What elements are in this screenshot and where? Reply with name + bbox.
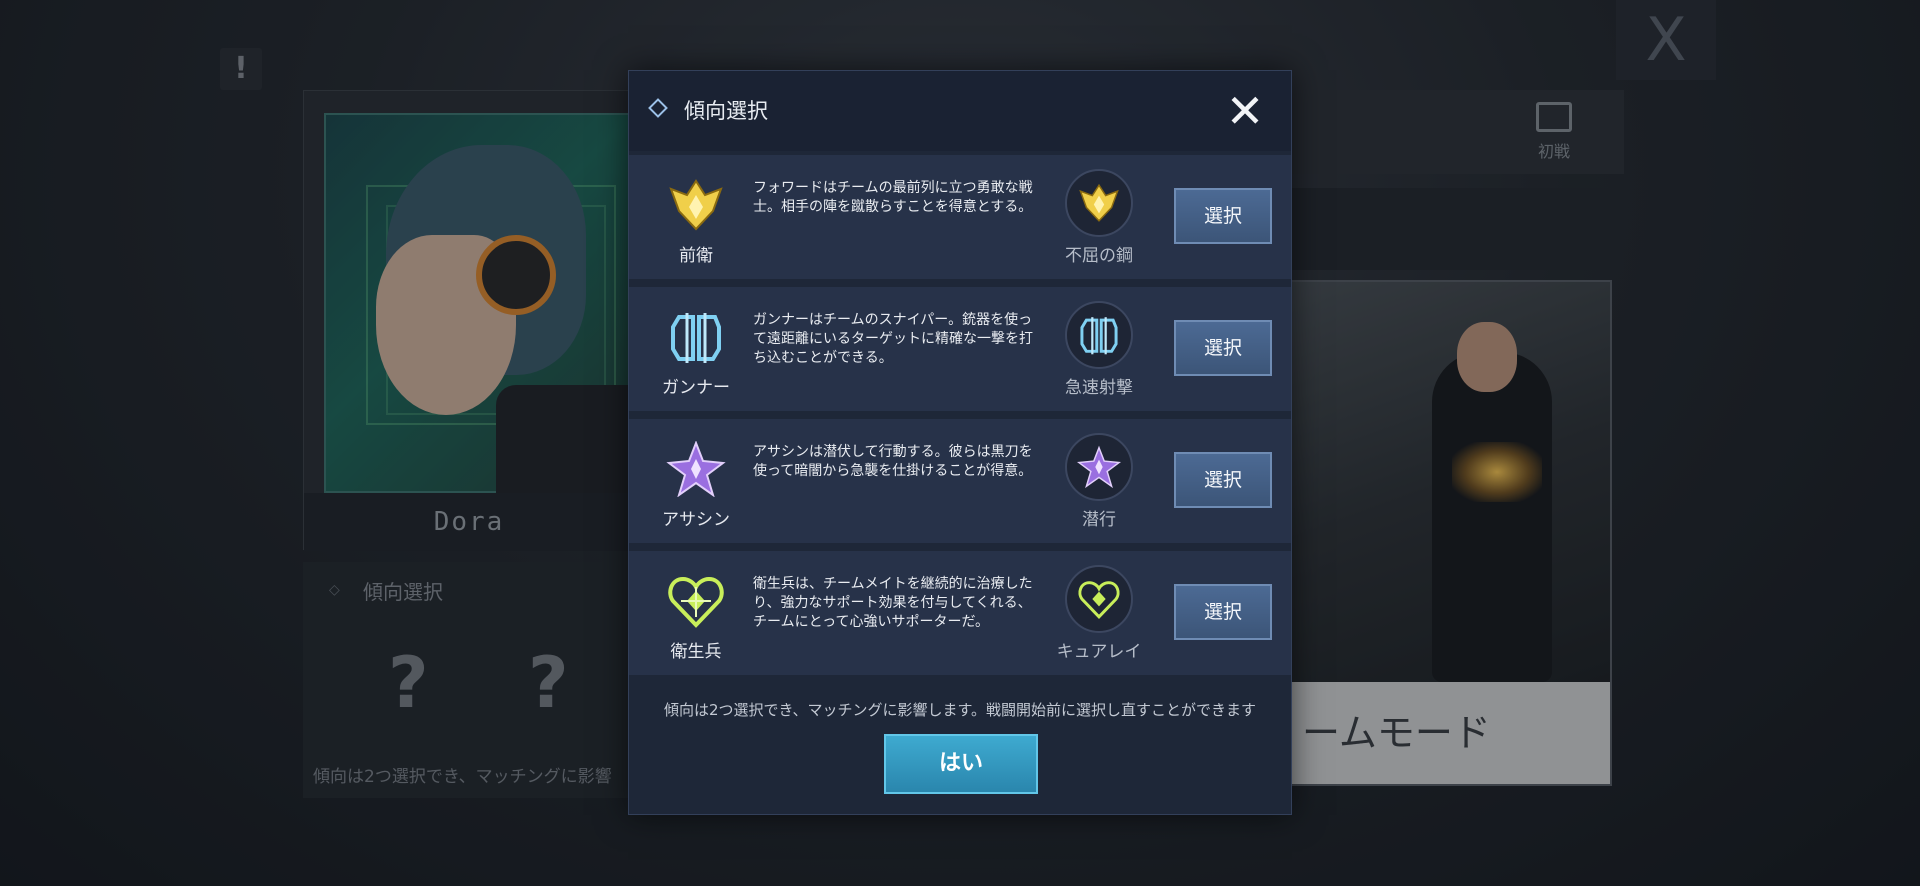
dialog-header: 傾向選択 ✕ [629,71,1291,151]
skill-icon [1065,565,1133,633]
class-description: 衛生兵は、チームメイトを継続的に治療したり、強力なサポート効果を付与してくれる、… [753,576,1033,630]
class-description: アサシンは潜伏して行動する。彼らは黒刀を使って暗闇から急襲を仕掛けることが得意。 [753,444,1033,479]
select-button-forward[interactable]: 選択 [1174,188,1272,244]
class-name: ガンナー [662,378,730,398]
gunner-emblem-icon [671,313,721,363]
crown-shield-icon [669,179,723,231]
dialog-title: 傾向選択 [684,99,768,123]
skill-icon [1065,301,1133,369]
class-name: 前衛 [679,246,713,266]
class-row-gunner: ガンナー ガンナーはチームのスナイパー。銃器を使って遠距離にいるターゲットに精確… [629,287,1291,411]
class-description: ガンナーはチームのスナイパー。銃器を使って遠距離にいるターゲットに精確な一撃を打… [753,312,1033,366]
class-description: フォワードはチームの最前列に立つ勇敢な戦士。相手の陣を蹴散らすことを得意とする。 [753,180,1033,215]
skill-icon [1065,433,1133,501]
tendency-select-dialog: 傾向選択 ✕ 前衛 フォワードはチームの最前列に立つ勇敢な戦士。相手の陣を蹴散ら… [628,70,1292,815]
class-name: 衛生兵 [670,642,722,662]
skill-name: 潜行 [1082,510,1116,530]
diamond-icon [648,98,668,118]
select-button-assassin[interactable]: 選択 [1174,452,1272,508]
class-row-assassin: アサシン アサシンは潜伏して行動する。彼らは黒刀を使って暗闇から急襲を仕掛けるこ… [629,419,1291,543]
skill-name: 不屈の鋼 [1065,246,1133,266]
class-row-medic: 衛生兵 衛生兵は、チームメイトを継続的に治療したり、強力なサポート効果を付与して… [629,551,1291,675]
medic-heart-icon [668,576,724,628]
confirm-button[interactable]: はい [884,734,1038,794]
assassin-star-icon [666,441,726,497]
select-button-gunner[interactable]: 選択 [1174,320,1272,376]
close-button[interactable]: ✕ [1221,87,1269,135]
select-button-medic[interactable]: 選択 [1174,584,1272,640]
skill-name: キュアレイ [1056,642,1142,662]
game-scene: ! X Dora ◇ 傾向選択 ? ? 傾向は2つ選択でき、マッチングに影響 初… [0,0,1920,886]
skill-name: 急速射撃 [1065,378,1133,398]
dialog-note: 傾向は2つ選択でき、マッチングに影響します。戦闘開始前に選択し直すことができます [664,701,1256,719]
skill-icon [1065,169,1133,237]
class-row-forward: 前衛 フォワードはチームの最前列に立つ勇敢な戦士。相手の陣を蹴散らすことを得意と… [629,155,1291,279]
class-name: アサシン [662,510,730,530]
